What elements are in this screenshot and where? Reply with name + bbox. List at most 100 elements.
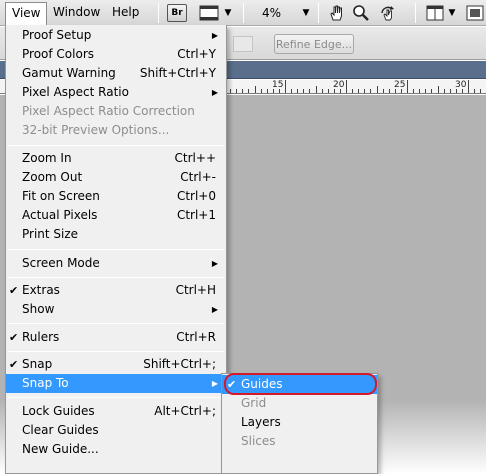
menu-help[interactable]: Help [106,2,145,23]
menu-item-label: Pixel Aspect Ratio Correction [22,104,195,118]
menu-item-snap[interactable]: ✔ Snap Shift+Ctrl+; [6,355,226,374]
ruler-tick [242,89,243,93]
ruler-tick [438,86,439,93]
chevron-down-icon[interactable]: ▼ [223,3,233,23]
ruler-tick [334,89,335,93]
ruler-tick [474,89,475,93]
menu-item-label: Clear Guides [22,423,99,437]
ruler-tick [480,89,481,93]
menu-item-rulers[interactable]: ✔ Rulers Ctrl+R [6,328,226,347]
screen-mode-icon[interactable] [465,3,485,23]
toolbar-separator [158,3,159,23]
ruler-tick [279,89,280,93]
menu-item-lock-guides[interactable]: Lock Guides Alt+Ctrl+; [6,402,226,421]
menu-item-new-guide[interactable]: New Guide... [6,440,226,459]
menu-item-label: New Guide... [22,442,99,456]
ruler-tick [328,89,329,93]
menu-item-actual-pixels[interactable]: Actual Pixels Ctrl+1 [6,206,226,225]
ruler-tick [285,80,286,93]
ruler-tick [377,86,378,93]
ruler-tick [462,89,463,93]
menu-view[interactable]: View [5,2,48,26]
menu-item-label: Proof Colors [22,47,94,61]
menu-item-extras[interactable]: ✔ Extras Ctrl+H [6,281,226,300]
checkmark-icon: ✔ [9,284,19,297]
submenu-item-grid: Grid [222,394,377,413]
menu-item-shortcut: Ctrl+H [175,283,216,297]
ruler-tick [352,89,353,93]
menu-separator [8,397,224,398]
menu-item-shortcut: Ctrl+Y [177,47,216,61]
menu-item-proof-setup[interactable]: Proof Setup ▶ [6,26,226,45]
menu-item-screen-mode[interactable]: Screen Mode ▶ [6,254,226,273]
menu-item-zoom-in[interactable]: Zoom In Ctrl++ [6,149,226,168]
chevron-down-icon[interactable]: ▼ [301,3,311,23]
hand-tool-icon[interactable] [327,3,347,23]
menu-item-label: Proof Setup [22,28,92,42]
ruler-tick [358,89,359,93]
ruler-tick [383,89,384,93]
ruler-tick [346,80,347,93]
menu-item-pixel-aspect-ratio[interactable]: Pixel Aspect Ratio ▶ [6,83,226,102]
ruler-tick [316,86,317,93]
menu-item-shortcut: Ctrl+1 [176,208,216,222]
view-menu-dropdown: Proof Setup ▶ Proof Colors Ctrl+Y Gamut … [5,25,227,474]
ruler-tick [413,89,414,93]
ruler-tick [401,89,402,93]
submenu-arrow-icon: ▶ [211,88,218,97]
menu-item-snap-to[interactable]: Snap To ▶ [6,374,226,393]
menu-item-label: Gamut Warning [22,66,116,80]
menu-item-print-size[interactable]: Print Size [6,225,226,244]
submenu-arrow-icon: ▶ [211,379,218,388]
menu-item-label: Extras [22,283,60,297]
menu-item-proof-colors[interactable]: Proof Colors Ctrl+Y [6,45,226,64]
submenu-item-guides[interactable]: ✔ Guides [222,375,377,394]
ruler-tick [309,89,310,93]
menu-item-fit-on-screen[interactable]: Fit on Screen Ctrl+0 [6,187,226,206]
ruler-tick [444,89,445,93]
menu-item-label: Screen Mode [22,256,100,270]
refine-edge-button: Refine Edge... [274,34,354,54]
menu-item-shortcut: Ctrl+- [180,170,216,184]
menu-item-label: Snap To [22,376,69,390]
frame-view-icon[interactable] [198,3,220,23]
menu-window[interactable]: Window [47,2,106,23]
submenu-arrow-icon: ▶ [211,31,218,40]
ruler-tick [255,86,256,93]
menu-item-label: Fit on Screen [22,189,100,203]
ruler-tick [419,89,420,93]
ruler-tick [364,89,365,93]
ruler-tick [370,89,371,93]
menu-separator [8,249,224,250]
submenu-item-label: Guides [241,377,283,391]
submenu-item-layers[interactable]: Layers [222,413,377,432]
menu-item-label: Zoom Out [22,170,83,184]
menu-item-shortcut: Alt+Ctrl+; [154,404,216,418]
menu-item-zoom-out[interactable]: Zoom Out Ctrl+- [6,168,226,187]
menu-item-show[interactable]: Show ▶ [6,300,226,319]
menu-item-label: Lock Guides [22,404,95,418]
chevron-down-icon[interactable]: ▼ [447,3,457,23]
submenu-item-label: Layers [241,415,281,429]
menu-item-label: Show [22,302,55,316]
checkmark-icon: ✔ [9,358,19,371]
toolbar-separator [415,3,416,23]
menu-item-clear-guides[interactable]: Clear Guides [6,421,226,440]
arrange-documents-icon[interactable] [425,3,445,23]
ruler-tick [468,80,469,93]
menu-item-gamut-warning[interactable]: Gamut Warning Shift+Ctrl+Y [6,64,226,83]
ruler-tick [248,89,249,93]
toolbar-separator [243,3,244,23]
bridge-button[interactable]: Br [167,4,187,22]
ruler-tick [291,89,292,93]
ruler-tick [267,89,268,93]
submenu-arrow-icon: ▶ [211,305,218,314]
rotate-view-icon[interactable] [377,3,399,23]
menu-item-label: Rulers [22,330,60,344]
menu-bar: View Window Help Br ▼ 4% ▼ ▼ [0,0,486,26]
zoom-tool-icon[interactable] [351,3,371,23]
menu-separator [8,323,224,324]
options-field [233,36,253,52]
ruler-tick [431,89,432,93]
ruler-tick [261,89,262,93]
